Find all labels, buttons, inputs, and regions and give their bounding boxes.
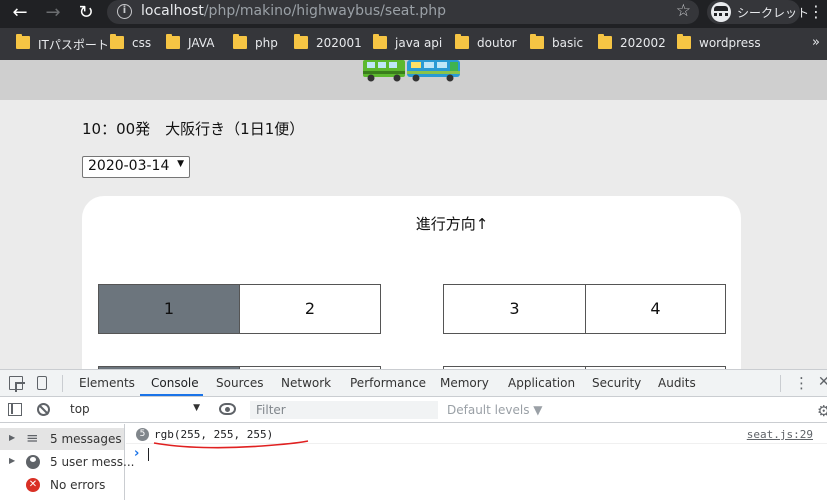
eye-icon[interactable] [219, 403, 236, 415]
gear-icon[interactable]: ⚙ [817, 402, 827, 420]
console-toolbar: top ▼ Default levels ▼ ⚙ [0, 397, 827, 423]
context-select[interactable]: top ▼ [64, 400, 204, 419]
expand-arrow-icon[interactable]: ▶ [9, 456, 15, 465]
console-sidebar: ▶ 5 messages ▶ 5 user mess... ✕ No error… [0, 424, 134, 500]
seat-button[interactable]: 4 [585, 284, 726, 334]
sidebar-item-errors[interactable]: ✕ No errors [0, 474, 124, 496]
close-icon[interactable]: ✕ [818, 374, 827, 390]
devtools-menu-icon[interactable]: ⋮ [794, 374, 809, 392]
folder-icon [373, 34, 387, 49]
tab-elements[interactable]: Elements [79, 376, 135, 390]
trip-title: 10：00発 大阪行き（1日1便） [82, 120, 305, 138]
direction-label: 進行方向↑ [415, 215, 489, 233]
incognito-badge[interactable]: シークレット [707, 0, 809, 24]
address-bar[interactable]: i localhost/php/makino/highwaybus/seat.p… [107, 0, 699, 24]
source-link[interactable]: seat.js:29 [747, 428, 813, 441]
page-viewport: 10：00発 大阪行き（1日1便） 2020-03-14 ▼ 進行方向↑ 1 2… [0, 60, 827, 369]
chevron-down-icon: ▼ [193, 403, 200, 413]
forward-icon[interactable]: → [42, 2, 64, 24]
seat-button[interactable]: 1 [98, 284, 240, 334]
back-icon[interactable]: ← [9, 2, 31, 24]
folder-icon [166, 34, 180, 49]
sidebar-item-messages[interactable]: ▶ 5 messages [0, 428, 124, 450]
sidebar-toggle-icon[interactable] [8, 403, 22, 416]
reload-icon[interactable]: ↻ [75, 2, 97, 24]
device-toolbar-icon[interactable] [37, 376, 47, 390]
folder-icon [16, 34, 30, 49]
console-input[interactable] [148, 448, 149, 461]
seat-button[interactable]: 3 [443, 284, 586, 334]
context-value: top [70, 402, 90, 416]
repeat-count-badge: 5 [136, 428, 149, 441]
tab-security[interactable]: Security [592, 376, 641, 390]
site-header [0, 60, 827, 100]
folder-icon [294, 34, 308, 49]
devtools-tab-bar: Elements Console Sources Network Perform… [0, 370, 827, 397]
tab-console[interactable]: Console [151, 376, 199, 390]
log-levels-select[interactable]: Default levels ▼ [447, 403, 543, 417]
tab-sources[interactable]: Sources [216, 376, 263, 390]
date-select[interactable]: 2020-03-14 ▼ [82, 156, 190, 178]
folder-icon [677, 34, 691, 49]
sidebar-item-user-messages[interactable]: ▶ 5 user mess... [0, 451, 134, 473]
list-icon [26, 429, 40, 447]
folder-icon [598, 34, 612, 49]
annotation-underline [153, 440, 309, 449]
user-icon [26, 455, 40, 469]
error-icon: ✕ [26, 478, 40, 492]
filter-input[interactable] [250, 401, 438, 419]
divider [780, 375, 781, 392]
divider [62, 375, 63, 392]
devtools-panel: Elements Console Sources Network Perform… [0, 369, 827, 500]
tab-memory[interactable]: Memory [440, 376, 489, 390]
folder-icon [233, 34, 247, 49]
active-tab-indicator [140, 394, 203, 396]
bookmarks-overflow-icon[interactable]: » [812, 35, 820, 50]
info-icon[interactable]: i [117, 4, 132, 19]
chevron-down-icon: ▼ [177, 159, 184, 169]
incognito-icon [711, 2, 731, 22]
browser-menu-icon[interactable]: ⋮ [808, 2, 824, 22]
browser-toolbar: ← → ↻ i localhost/php/makino/highwaybus/… [0, 0, 827, 28]
folder-icon [110, 34, 124, 49]
console-output: 5 rgb(255, 255, 255) seat.js:29 › [126, 424, 827, 500]
console-prompt-icon: › [134, 446, 140, 461]
expand-arrow-icon[interactable]: ▶ [9, 433, 15, 442]
tab-performance[interactable]: Performance [350, 376, 426, 390]
seat-map: 進行方向↑ [82, 196, 741, 369]
folder-icon [530, 34, 544, 49]
seat-button[interactable]: 2 [239, 284, 381, 334]
tab-audits[interactable]: Audits [658, 376, 696, 390]
bookmarks-bar: ITパスポート css JAVA php 202001 java api dou… [0, 28, 827, 60]
date-select-value: 2020-03-14 [88, 158, 170, 174]
url-text[interactable]: localhost/php/makino/highwaybus/seat.php [141, 3, 446, 19]
inspect-icon[interactable] [9, 376, 25, 392]
bookmark-star-icon[interactable]: ☆ [676, 1, 691, 21]
folder-icon [455, 34, 469, 49]
console-log-line: 5 rgb(255, 255, 255) seat.js:29 [126, 424, 827, 449]
clear-console-icon[interactable] [37, 403, 50, 416]
bus-icon [363, 60, 460, 82]
tab-application[interactable]: Application [508, 376, 575, 390]
incognito-label: シークレット [737, 6, 810, 20]
tab-network[interactable]: Network [281, 376, 331, 390]
